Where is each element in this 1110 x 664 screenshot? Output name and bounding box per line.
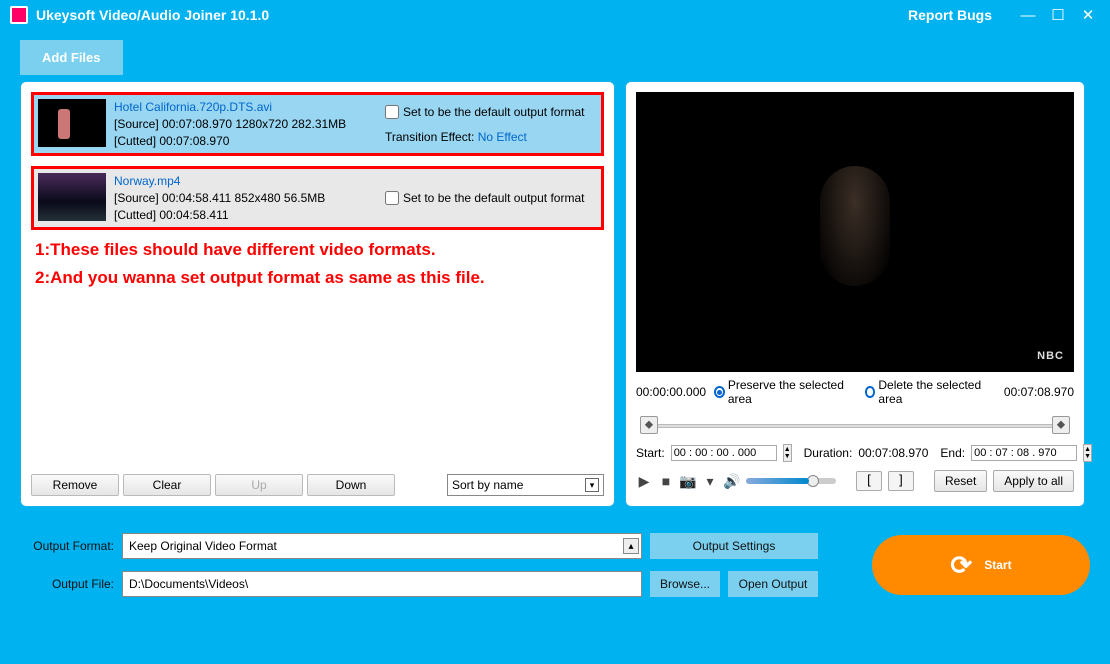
end-label: End: bbox=[940, 446, 965, 460]
start-stepper[interactable]: ▲▼ bbox=[783, 444, 792, 462]
delete-radio[interactable]: Delete the selected area bbox=[865, 378, 988, 406]
range-handle-start[interactable]: ⬥ bbox=[640, 416, 658, 434]
chevron-down-icon[interactable]: ▾ bbox=[702, 473, 718, 489]
bracket-start-button[interactable]: [ bbox=[856, 471, 882, 491]
file-item-1[interactable]: Hotel California.720p.DTS.avi [Source] 0… bbox=[31, 92, 604, 156]
file-list-panel: Hotel California.720p.DTS.avi [Source] 0… bbox=[20, 81, 615, 507]
set-default-label: Set to be the default output format bbox=[403, 105, 584, 119]
output-format-dropdown[interactable]: Keep Original Video Format ▴ bbox=[122, 533, 642, 559]
file-thumbnail bbox=[38, 173, 106, 221]
file-cutted: [Cutted] 00:04:58.411 bbox=[114, 208, 381, 222]
reset-button[interactable]: Reset bbox=[934, 470, 987, 492]
maximize-button[interactable]: ☐ bbox=[1046, 6, 1070, 24]
start-label: Start: bbox=[636, 446, 665, 460]
open-output-button[interactable]: Open Output bbox=[728, 571, 818, 597]
file-source: [Source] 00:07:08.970 1280x720 282.31MB bbox=[114, 117, 381, 131]
file-source: [Source] 00:04:58.411 852x480 56.5MB bbox=[114, 191, 381, 205]
app-title: Ukeysoft Video/Audio Joiner 10.1.0 bbox=[36, 7, 269, 23]
report-bugs-link[interactable]: Report Bugs bbox=[908, 7, 992, 23]
up-button[interactable]: Up bbox=[215, 474, 303, 496]
play-icon[interactable]: ▶ bbox=[636, 473, 652, 489]
output-format-label: Output Format: bbox=[20, 539, 114, 553]
sort-label: Sort by name bbox=[452, 478, 523, 492]
sort-dropdown[interactable]: Sort by name ▾ bbox=[447, 474, 604, 496]
file-cutted: [Cutted] 00:07:08.970 bbox=[114, 134, 381, 148]
preview-panel: NBC 00:00:00.000 Preserve the selected a… bbox=[625, 81, 1085, 507]
volume-icon[interactable]: 🔊 bbox=[724, 473, 740, 489]
chevron-down-icon: ▾ bbox=[585, 478, 599, 492]
remove-button[interactable]: Remove bbox=[31, 474, 119, 496]
file-name: Hotel California.720p.DTS.avi bbox=[114, 100, 381, 114]
app-logo bbox=[10, 6, 28, 24]
range-handle-end[interactable]: ⬥ bbox=[1052, 416, 1070, 434]
annotation-text-1: 1:These files should have different vide… bbox=[35, 240, 600, 260]
browse-button[interactable]: Browse... bbox=[650, 571, 720, 597]
transition-value[interactable]: No Effect bbox=[478, 130, 527, 144]
video-preview[interactable]: NBC bbox=[636, 92, 1074, 372]
output-file-label: Output File: bbox=[20, 577, 114, 591]
duration-label: Duration: bbox=[804, 446, 853, 460]
chevron-up-icon: ▴ bbox=[623, 538, 639, 554]
duration-value: 00:07:08.970 bbox=[858, 446, 928, 460]
camera-icon[interactable]: 📷 bbox=[680, 473, 696, 489]
bracket-end-button[interactable]: ] bbox=[888, 471, 914, 491]
end-input[interactable] bbox=[971, 445, 1077, 461]
annotation-text-2: 2:And you wanna set output format as sam… bbox=[35, 268, 600, 288]
refresh-icon: ⟳ bbox=[950, 550, 972, 581]
position-time: 00:00:00.000 bbox=[636, 385, 706, 399]
add-files-button[interactable]: Add Files bbox=[20, 40, 123, 75]
down-button[interactable]: Down bbox=[307, 474, 395, 496]
close-button[interactable]: ✕ bbox=[1076, 6, 1100, 24]
transition-label: Transition Effect: bbox=[385, 130, 474, 144]
file-name: Norway.mp4 bbox=[114, 174, 381, 188]
clear-button[interactable]: Clear bbox=[123, 474, 211, 496]
file-thumbnail bbox=[38, 99, 106, 147]
preserve-radio[interactable]: Preserve the selected area bbox=[714, 378, 849, 406]
file-item-2[interactable]: Norway.mp4 [Source] 00:04:58.411 852x480… bbox=[31, 166, 604, 230]
watermark: NBC bbox=[1037, 350, 1064, 362]
start-button[interactable]: ⟳ Start bbox=[872, 535, 1090, 595]
end-stepper[interactable]: ▲▼ bbox=[1083, 444, 1092, 462]
output-file-input[interactable]: D:\Documents\Videos\ bbox=[122, 571, 642, 597]
end-time: 00:07:08.970 bbox=[1004, 385, 1074, 399]
volume-slider[interactable] bbox=[746, 478, 836, 484]
stop-icon[interactable]: ■ bbox=[658, 473, 674, 489]
set-default-checkbox[interactable] bbox=[385, 191, 399, 205]
range-slider[interactable]: ⬥ ⬥ bbox=[636, 412, 1074, 442]
minimize-button[interactable]: — bbox=[1016, 7, 1040, 24]
apply-to-all-button[interactable]: Apply to all bbox=[993, 470, 1074, 492]
output-settings-button[interactable]: Output Settings bbox=[650, 533, 818, 559]
start-input[interactable] bbox=[671, 445, 777, 461]
set-default-checkbox[interactable] bbox=[385, 105, 399, 119]
set-default-label: Set to be the default output format bbox=[403, 191, 584, 205]
